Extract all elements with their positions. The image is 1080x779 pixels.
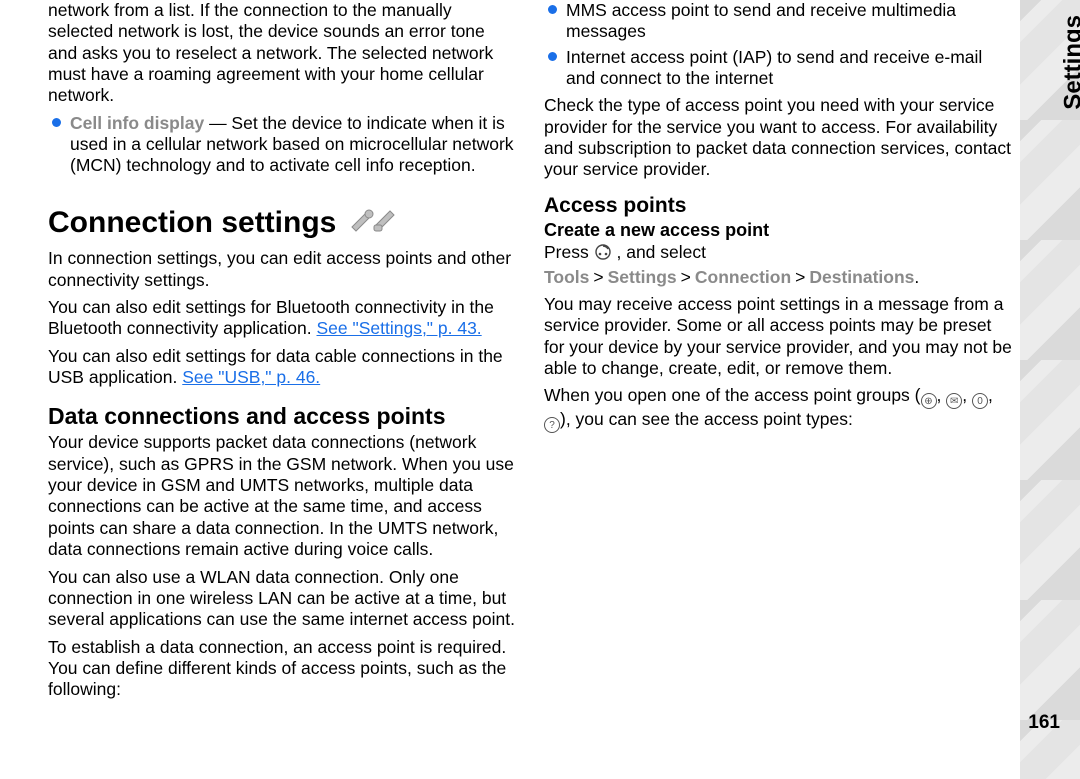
list-item: MMS access point to send and receive mul… xyxy=(544,0,1012,43)
heading-text: Connection settings xyxy=(48,205,336,242)
heading-data-connections: Data connections and access points xyxy=(48,402,516,430)
text: , and select xyxy=(616,242,706,262)
paragraph: You can also edit settings for data cabl… xyxy=(48,346,516,389)
menu-key-icon xyxy=(594,243,612,266)
wrench-screwdriver-icon xyxy=(346,203,400,245)
paragraph: To establish a data connection, an acces… xyxy=(48,637,516,701)
heading-access-points: Access points xyxy=(544,193,1012,219)
menu-item: Settings xyxy=(608,267,677,287)
paragraph: You can also edit settings for Bluetooth… xyxy=(48,297,516,340)
cross-ref-link[interactable]: See "Settings," p. 43. xyxy=(317,318,482,338)
menu-item: Tools xyxy=(544,267,589,287)
heading-create-access-point: Create a new access point xyxy=(544,220,1012,242)
paragraph: Your device supports packet data connect… xyxy=(48,432,516,560)
page-number: 161 xyxy=(1028,712,1060,734)
text: When you open one of the access point gr… xyxy=(544,385,921,405)
page-content: network from a list. If the connection t… xyxy=(48,0,1012,749)
menu-path-instruction: Press , and select Tools>Settings>Connec… xyxy=(544,242,1012,288)
paragraph: When you open one of the access point gr… xyxy=(544,385,1012,433)
list-item: Cell info display — Set the device to in… xyxy=(48,113,516,177)
page-edge-decoration xyxy=(1020,0,1080,779)
access-point-types-list: MMS access point to send and receive mul… xyxy=(544,0,1012,89)
menu-item: Destinations xyxy=(809,267,914,287)
section-tab-label: Settings xyxy=(1060,15,1080,110)
paragraph: network from a list. If the connection t… xyxy=(48,0,516,107)
menu-path: Tools>Settings>Connection>Destinations xyxy=(544,267,914,287)
group-unknown-icon: ? xyxy=(544,417,560,433)
group-wap-icon: 0 xyxy=(972,393,988,409)
menu-item: Connection xyxy=(695,267,791,287)
option-label: Cell info display xyxy=(70,113,204,133)
group-mms-icon: ✉ xyxy=(946,393,962,409)
option-list: Cell info display — Set the device to in… xyxy=(48,113,516,177)
text: Press xyxy=(544,242,594,262)
paragraph: Check the type of access point you need … xyxy=(544,95,1012,180)
manual-page: { "side_tab": "Settings", "page_number":… xyxy=(0,0,1080,779)
text: ), you can see the access point types: xyxy=(560,409,853,429)
group-globe-icon: ⊕ xyxy=(921,393,937,409)
paragraph: You may receive access point settings in… xyxy=(544,294,1012,379)
heading-connection-settings: Connection settings xyxy=(48,203,516,245)
cross-ref-link[interactable]: See "USB," p. 46. xyxy=(182,367,320,387)
paragraph: You can also use a WLAN data connection.… xyxy=(48,567,516,631)
list-item: Internet access point (IAP) to send and … xyxy=(544,47,1012,90)
paragraph: In connection settings, you can edit acc… xyxy=(48,248,516,291)
